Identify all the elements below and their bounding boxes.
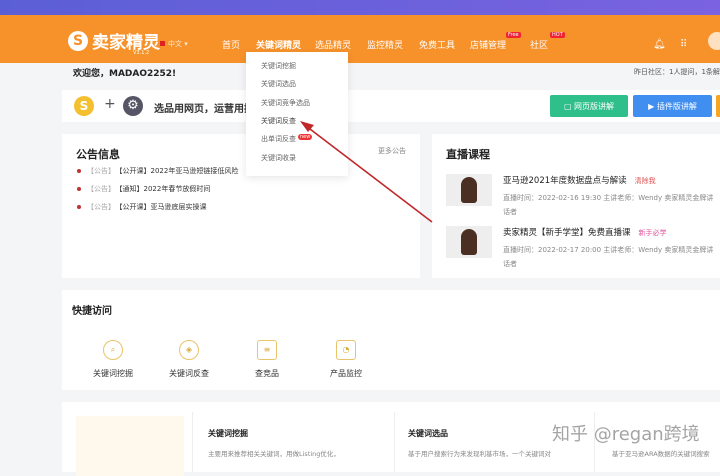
watermark: 知乎 @regan跨境 (552, 424, 700, 445)
red-arrow-annotation (300, 121, 433, 223)
